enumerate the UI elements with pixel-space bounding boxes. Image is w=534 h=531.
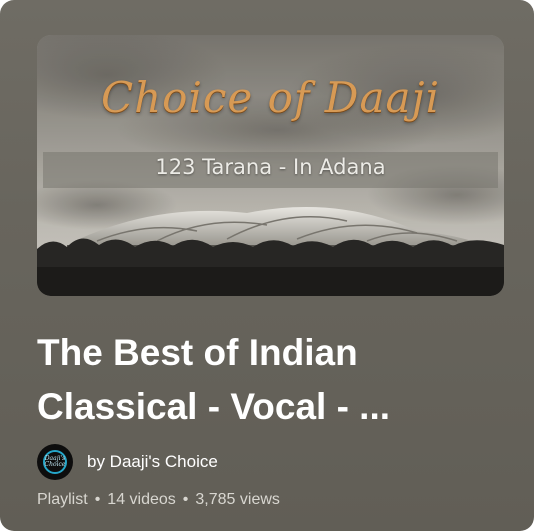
playlist-thumbnail[interactable]: Choice of Daaji 123 Tarana - In Adana	[37, 35, 504, 296]
meta-separator: •	[182, 491, 189, 508]
avatar-logo-text: Daaji's Choice	[44, 455, 66, 468]
channel-avatar[interactable]: Daaji's Choice	[37, 444, 73, 480]
playlist-card[interactable]: Choice of Daaji 123 Tarana - In Adana Th…	[0, 0, 534, 531]
playlist-type-label: Playlist	[37, 491, 88, 508]
channel-name[interactable]: by Daaji's Choice	[87, 452, 218, 472]
thumbnail-subtitle: 123 Tarana - In Adana	[155, 155, 386, 179]
view-count: 3,785 views	[195, 491, 280, 508]
video-count: 14 videos	[107, 491, 176, 508]
playlist-title[interactable]: The Best of Indian Classical - Vocal - .…	[37, 326, 507, 434]
thumbnail-script-title: Choice of Daaji	[100, 73, 441, 122]
playlist-meta: Playlist • 14 videos • 3,785 views	[37, 491, 280, 509]
meta-separator: •	[94, 491, 101, 508]
channel-row[interactable]: Daaji's Choice by Daaji's Choice	[37, 444, 218, 480]
